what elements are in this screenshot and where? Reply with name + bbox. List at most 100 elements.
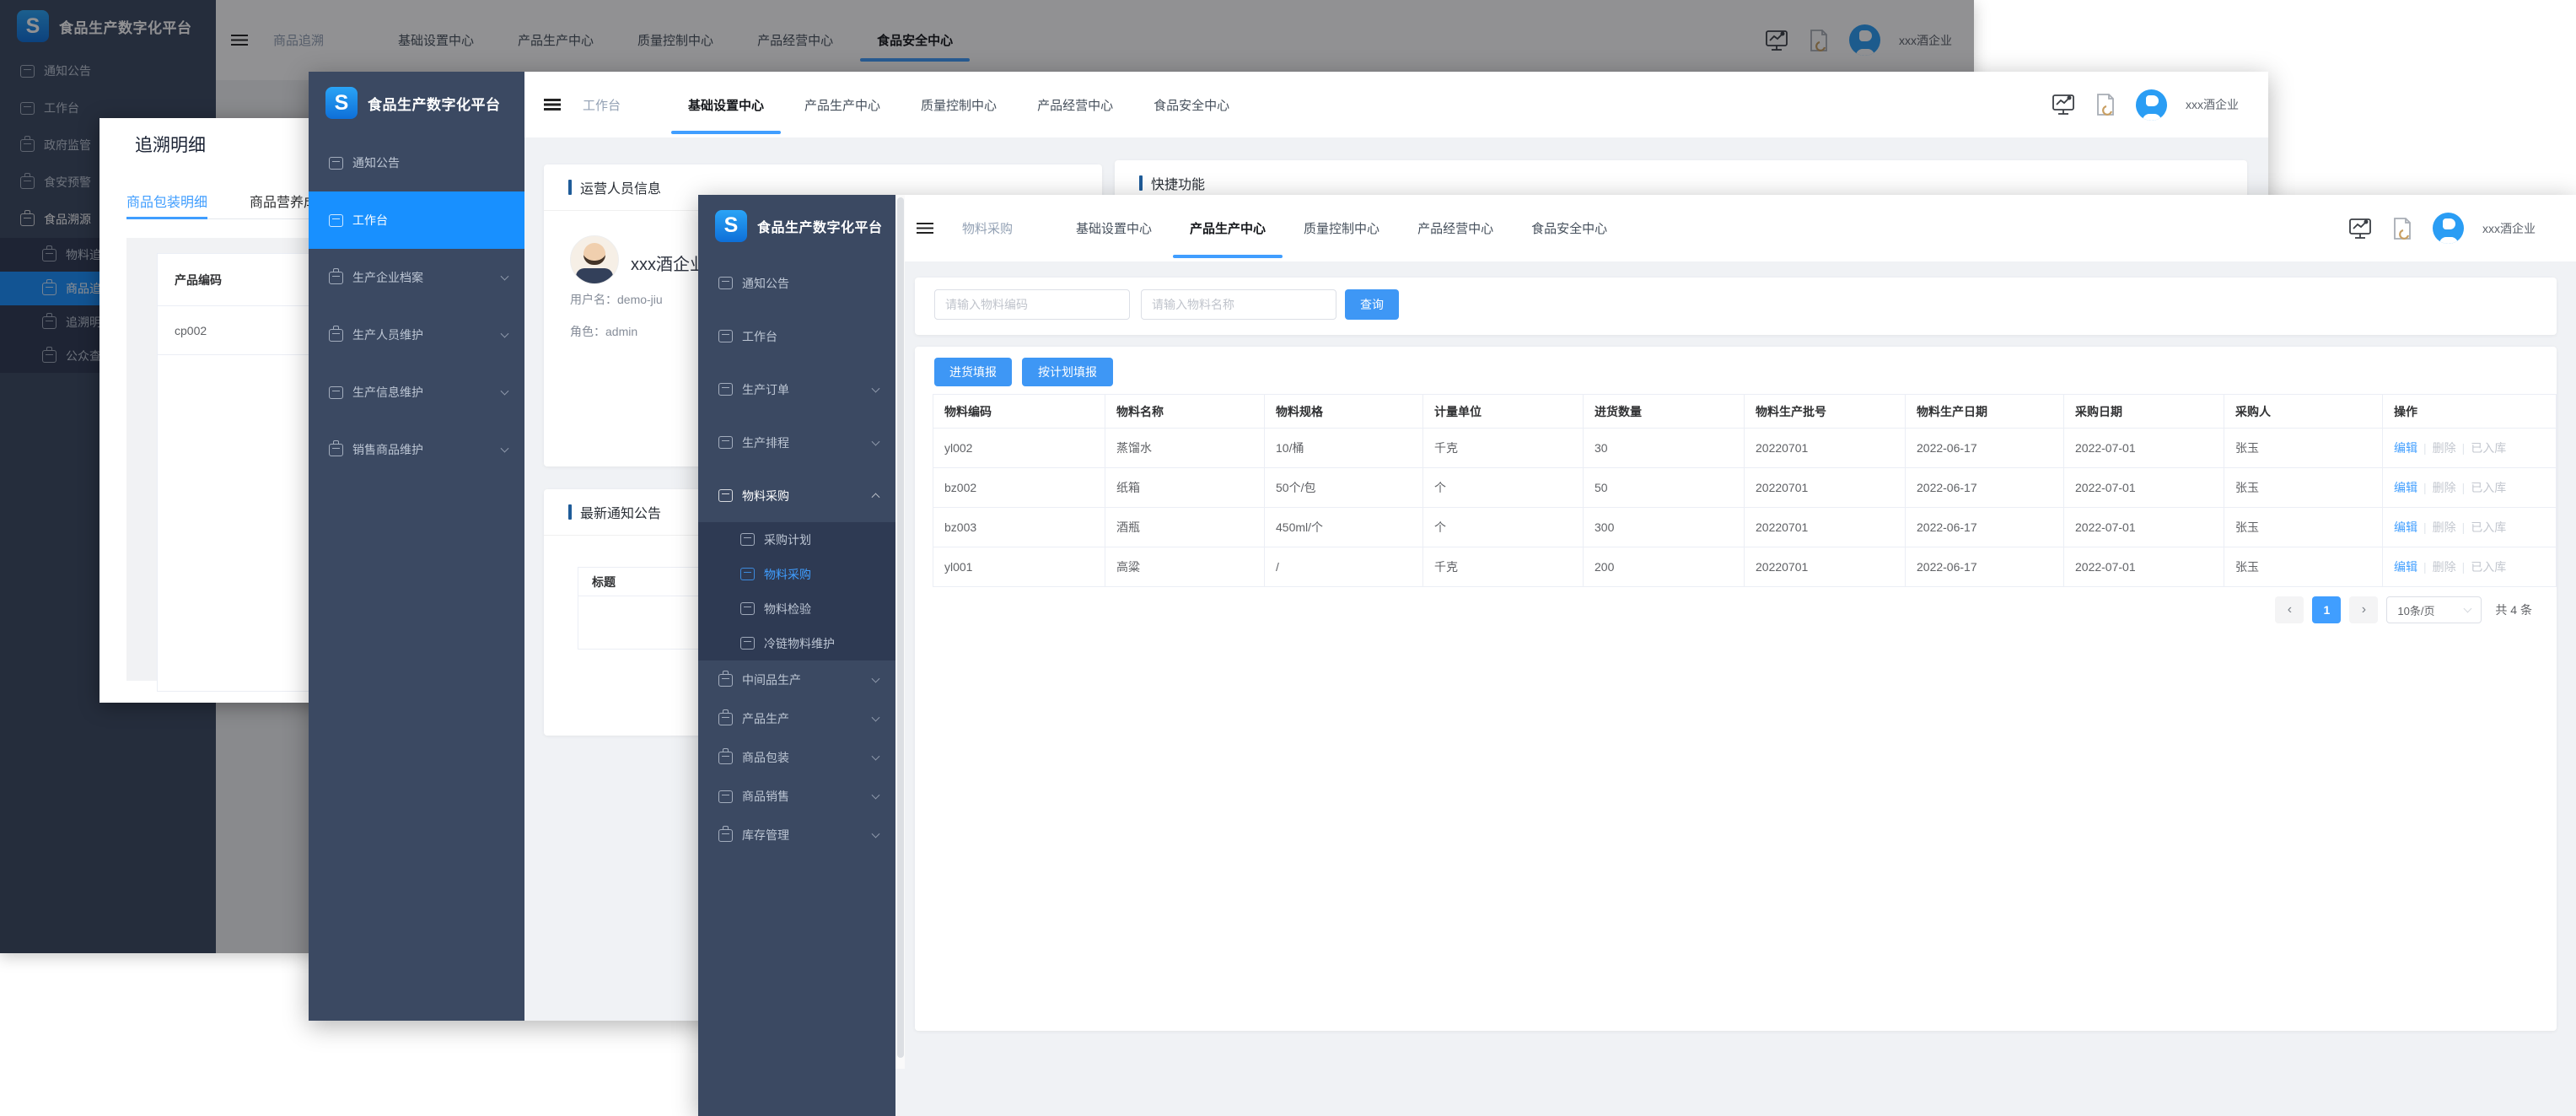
col-quantity: 进货数量 bbox=[1584, 395, 1745, 429]
user-avatar[interactable] bbox=[2136, 89, 2167, 121]
logo-icon: S bbox=[325, 87, 358, 119]
col-material-name: 物料名称 bbox=[1105, 395, 1265, 429]
sidebar-item-intermediate-production[interactable]: 中间品生产 bbox=[698, 660, 895, 699]
label: 物料采购 bbox=[764, 566, 811, 583]
window-material-purchase: S 食品生产数字化平台 通知公告 工作台 生产订单 生产排程 bbox=[698, 195, 2576, 1116]
submenu-item-material-inspection[interactable]: 物料检验 bbox=[698, 591, 895, 626]
chevron-down-icon bbox=[2464, 605, 2472, 613]
sidebar-item-production-schedule[interactable]: 生产排程 bbox=[698, 416, 895, 469]
username-row: 用户名：demo-jiu bbox=[570, 291, 663, 308]
label: 销售商品维护 bbox=[352, 441, 423, 458]
label: 物料检验 bbox=[764, 601, 811, 617]
tab-operation-center[interactable]: 产品经营中心 bbox=[1037, 72, 1113, 137]
delete-link[interactable]: 删除 bbox=[2433, 558, 2456, 575]
sidebar-item-product-package[interactable]: 商品包装 bbox=[698, 738, 895, 777]
tab-production-center[interactable]: 产品生产中心 bbox=[804, 72, 880, 137]
search-button[interactable]: 查询 bbox=[1345, 289, 1399, 320]
tab-food-safety-center[interactable]: 食品安全中心 bbox=[1154, 72, 1229, 137]
cell: 蒸馏水 bbox=[1105, 429, 1265, 468]
role-value: admin bbox=[605, 325, 637, 338]
cell: 酒瓶 bbox=[1105, 508, 1265, 547]
edit-link[interactable]: 编辑 bbox=[2394, 439, 2417, 456]
scrollbar-thumb[interactable] bbox=[897, 197, 904, 1058]
sidebar-scrollbar[interactable] bbox=[895, 195, 905, 1069]
cell: 200 bbox=[1584, 547, 1745, 587]
tab-food-safety-center[interactable]: 食品安全中心 bbox=[1531, 195, 1607, 261]
sidebar-item-inventory[interactable]: 库存管理 bbox=[698, 816, 895, 855]
menu-fold-icon[interactable] bbox=[544, 99, 561, 111]
breadcrumb[interactable]: 物料采购 bbox=[962, 219, 1013, 237]
document-settings-icon[interactable] bbox=[2094, 93, 2117, 116]
chevron-down-icon bbox=[501, 330, 509, 338]
stored-link[interactable]: 已入库 bbox=[2471, 558, 2506, 575]
sidebar-item-staff-maintain[interactable]: 生产人员维护 bbox=[309, 306, 524, 364]
role-row: 角色：admin bbox=[570, 323, 637, 340]
company-name[interactable]: xxx酒企业 bbox=[2186, 96, 2239, 113]
delete-link[interactable]: 删除 bbox=[2433, 519, 2456, 536]
sidebar-item-sales-goods[interactable]: 销售商品维护 bbox=[309, 421, 524, 478]
menu-fold-icon[interactable] bbox=[917, 223, 933, 235]
stored-link[interactable]: 已入库 bbox=[2471, 479, 2506, 496]
label: 工作台 bbox=[352, 212, 388, 229]
sidebar-item-material-purchase[interactable]: 物料采购 bbox=[698, 469, 895, 522]
edit-link[interactable]: 编辑 bbox=[2394, 558, 2417, 575]
prev-page-button[interactable]: ‹ bbox=[2275, 596, 2304, 623]
sidebar-item-enterprise-archive[interactable]: 生产企业档案 bbox=[309, 249, 524, 306]
material-code-input[interactable] bbox=[934, 289, 1130, 320]
label: 生产信息维护 bbox=[352, 384, 423, 401]
submenu-item-material-purchase[interactable]: 物料采购 bbox=[698, 557, 895, 591]
chevron-down-icon bbox=[872, 830, 880, 838]
sidebar-item-notice[interactable]: 通知公告 bbox=[309, 134, 524, 191]
tab-production-center[interactable]: 产品生产中心 bbox=[1190, 195, 1266, 261]
sidebar-item-product-production[interactable]: 产品生产 bbox=[698, 699, 895, 738]
company-name[interactable]: xxx酒企业 bbox=[2482, 220, 2536, 237]
desktop: S 食品生产数字化平台 通知公告 工作台 政府监管 食安预警 食品溯源 bbox=[0, 0, 2576, 1116]
workbench-icon bbox=[329, 214, 343, 227]
sidebar-item-production-info[interactable]: 生产信息维护 bbox=[309, 364, 524, 421]
tab-package-detail[interactable]: 商品包装明细 bbox=[126, 191, 207, 218]
edit-link[interactable]: 编辑 bbox=[2394, 519, 2417, 536]
material-name-input[interactable] bbox=[1141, 289, 1336, 320]
tab-operation-center[interactable]: 产品经营中心 bbox=[1417, 195, 1493, 261]
label: 中间品生产 bbox=[742, 671, 801, 688]
next-page-button[interactable]: › bbox=[2349, 596, 2378, 623]
label: 采购计划 bbox=[764, 531, 811, 548]
chevron-down-icon bbox=[501, 272, 509, 281]
document-settings-icon[interactable] bbox=[2390, 217, 2414, 240]
monitor-chart-icon[interactable] bbox=[2052, 93, 2075, 116]
sidebar-item-workbench[interactable]: 工作台 bbox=[309, 191, 524, 249]
page-size-select[interactable]: 10条/页 bbox=[2386, 596, 2482, 623]
coldchain-icon bbox=[740, 637, 755, 650]
tab-base-settings[interactable]: 基础设置中心 bbox=[1076, 195, 1152, 261]
tab-quality-center[interactable]: 质量控制中心 bbox=[921, 72, 997, 137]
inspection-flask-icon bbox=[740, 602, 755, 615]
user-avatar[interactable] bbox=[2433, 213, 2464, 244]
inventory-icon bbox=[718, 829, 733, 842]
current-page-button[interactable]: 1 bbox=[2312, 596, 2341, 623]
delete-link[interactable]: 删除 bbox=[2433, 439, 2456, 456]
sidebar-item-notice[interactable]: 通知公告 bbox=[698, 256, 895, 310]
submenu-item-purchase-plan[interactable]: 采购计划 bbox=[698, 522, 895, 557]
cell: 千克 bbox=[1423, 429, 1584, 468]
search-panel: 查询 bbox=[915, 278, 2557, 335]
topbar: 物料采购 基础设置中心 产品生产中心 质量控制中心 产品经营中心 食品安全中心 bbox=[905, 195, 2576, 261]
submenu-item-coldchain-material[interactable]: 冷链物料维护 bbox=[698, 626, 895, 660]
sidebar-item-production-order[interactable]: 生产订单 bbox=[698, 363, 895, 416]
cell: 10/桶 bbox=[1265, 429, 1423, 468]
stored-link[interactable]: 已入库 bbox=[2471, 439, 2506, 456]
monitor-chart-icon[interactable] bbox=[2348, 217, 2372, 240]
cell: / bbox=[1265, 547, 1423, 587]
tab-quality-center[interactable]: 质量控制中心 bbox=[1304, 195, 1379, 261]
actions-cell: 编辑|删除|已入库 bbox=[2383, 468, 2557, 508]
edit-link[interactable]: 编辑 bbox=[2394, 479, 2417, 496]
sidebar-item-product-sales[interactable]: 商品销售 bbox=[698, 777, 895, 816]
tab-base-settings[interactable]: 基础设置中心 bbox=[688, 72, 764, 137]
sidebar-item-workbench[interactable]: 工作台 bbox=[698, 310, 895, 363]
purchase-report-button[interactable]: 进货填报 bbox=[934, 358, 1012, 386]
stored-link[interactable]: 已入库 bbox=[2471, 519, 2506, 536]
delete-link[interactable]: 删除 bbox=[2433, 479, 2456, 496]
by-plan-report-button[interactable]: 按计划填报 bbox=[1022, 358, 1113, 386]
col-purchaser: 采购人 bbox=[2224, 395, 2383, 429]
separator: | bbox=[2462, 481, 2466, 494]
breadcrumb[interactable]: 工作台 bbox=[583, 96, 621, 114]
